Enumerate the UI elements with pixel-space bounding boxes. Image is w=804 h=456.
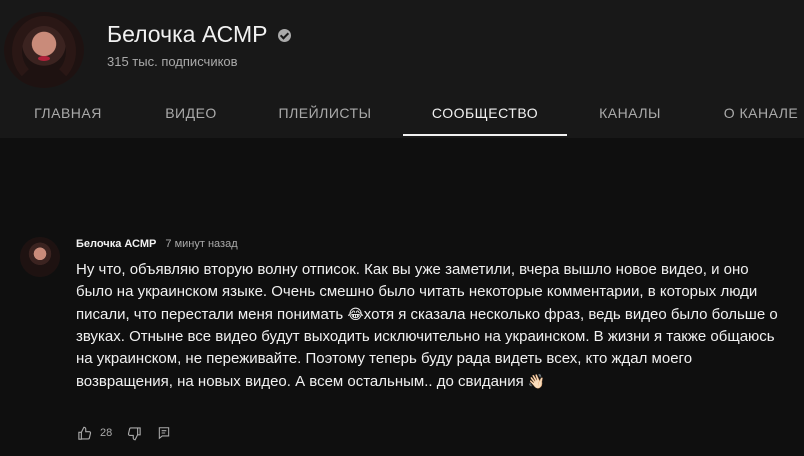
tab-playlists[interactable]: ПЛЕЙЛИСТЫ [268,92,382,138]
waving-hand-emoji: 👋🏻 [527,373,546,389]
verified-check-icon [277,29,291,42]
subscriber-count: 315 тыс. подписчиков [107,54,238,69]
post-author-avatar[interactable] [20,237,60,277]
post-actions: 28 [76,425,172,441]
tab-about[interactable]: О КАНАЛЕ [716,92,804,138]
tab-channels[interactable]: КАНАЛЫ [587,92,673,138]
channel-tabs: ГЛАВНАЯ ВИДЕО ПЛЕЙЛИСТЫ СООБЩЕСТВО КАНАЛ… [0,92,804,138]
post-header: Белочка АСМР 7 минут назад [76,238,238,250]
like-count: 28 [100,427,113,439]
channel-avatar[interactable] [4,12,84,88]
post-timestamp[interactable]: 7 минут назад [165,238,237,250]
post-author[interactable]: Белочка АСМР [76,238,156,250]
tab-community[interactable]: СООБЩЕСТВО [403,92,567,138]
channel-title: Белочка АСМР [107,21,291,48]
laughing-emoji: 😂 [347,306,364,322]
channel-header: Белочка АСМР 315 тыс. подписчиков ГЛАВНА… [0,0,804,138]
tab-home[interactable]: ГЛАВНАЯ [22,92,114,138]
thumbs-up-icon[interactable] [76,425,92,441]
thumbs-down-icon[interactable] [126,425,142,441]
post-body: Ну что, объявляю вторую волну отписок. К… [76,259,788,393]
community-post: Белочка АСМР 7 минут назад Ну что, объяв… [0,138,804,456]
channel-name-text: Белочка АСМР [107,21,268,47]
comment-icon[interactable] [156,425,172,441]
tab-videos[interactable]: ВИДЕО [152,92,230,138]
